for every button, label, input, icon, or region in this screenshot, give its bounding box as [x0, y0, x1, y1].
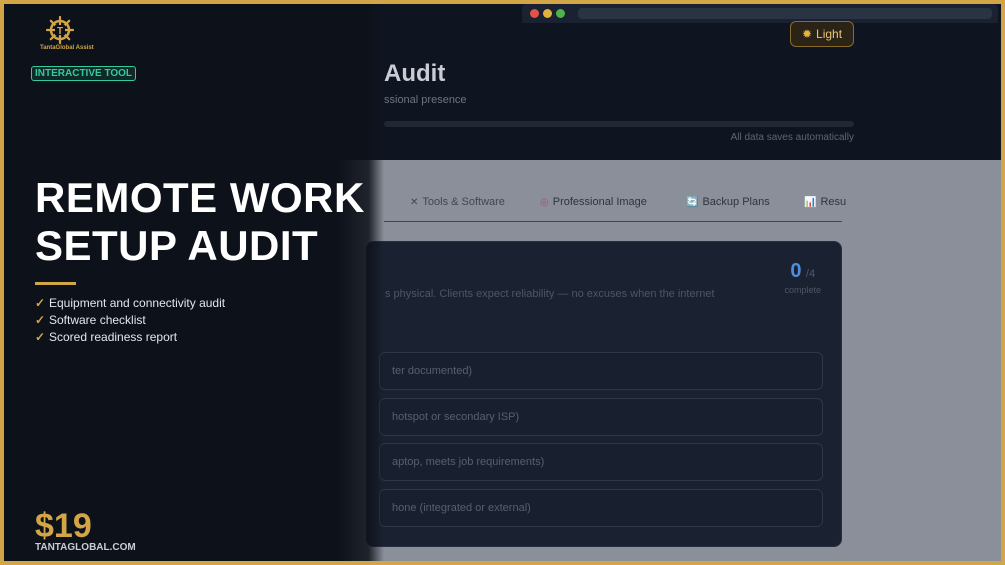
tab-bar: ✕ Tools & Software ◎ Professional Image 🔄 B…	[384, 190, 846, 222]
section-description: s physical. Clients expect reliability —…	[385, 288, 715, 300]
logo-text: TantaGlobal Assist	[40, 45, 94, 51]
theme-toggle-label: Light	[816, 27, 843, 41]
tab-label: Backup Plans	[702, 196, 770, 208]
tab-professional-image[interactable]: ◎ Professional Image	[540, 196, 647, 208]
completed-count: 0	[790, 260, 802, 282]
feature-item: ✓ Scored readiness report	[35, 329, 225, 346]
headline-line: REMOTE WORK	[35, 174, 365, 221]
browser-chrome	[522, 3, 998, 23]
checklist-card: s physical. Clients expect reliability —…	[366, 241, 842, 547]
app-title: Audit	[384, 60, 446, 87]
close-window-dot[interactable]	[530, 9, 539, 18]
checklist-item[interactable]: hone (integrated or external)	[379, 489, 823, 527]
website-url: TANTAGLOBAL.COM	[35, 542, 136, 553]
promo-panel: T TantaGlobal Assist INTERACTIVE TOOL RE…	[0, 0, 384, 565]
tab-label: Resu	[820, 196, 847, 208]
divider	[35, 282, 76, 285]
address-bar[interactable]	[578, 8, 992, 19]
check-icon: ✓	[35, 330, 46, 344]
theme-toggle-button[interactable]: ✹ Light	[790, 21, 854, 47]
checklist-item-label: aptop, meets job requirements)	[392, 456, 545, 468]
checklist-item[interactable]: ter documented)	[379, 352, 823, 390]
feature-text: Scored readiness report	[49, 330, 178, 344]
checklist-item-label: hotspot or secondary ISP)	[392, 411, 520, 423]
headline-line: SETUP AUDIT	[35, 222, 319, 269]
check-icon: ✓	[35, 296, 46, 310]
feature-list: ✓ Equipment and connectivity audit ✓ Softw…	[35, 295, 225, 346]
checklist-item-label: ter documented)	[392, 365, 473, 377]
progress-bar	[384, 121, 854, 127]
checklist-item[interactable]: hotspot or secondary ISP)	[379, 398, 823, 436]
backup-icon: 🔄	[686, 197, 699, 208]
feature-item: ✓ Equipment and connectivity audit	[35, 295, 225, 312]
minimize-window-dot[interactable]	[543, 9, 552, 18]
tab-results[interactable]: 📊 Resu	[804, 196, 846, 208]
sun-icon: ✹	[801, 27, 813, 41]
checklist-item-label: hone (integrated or external)	[392, 502, 531, 514]
tab-tools-software[interactable]: ✕ Tools & Software	[410, 196, 505, 208]
results-icon: 📊	[804, 197, 817, 208]
total-count: /4	[805, 268, 816, 280]
check-icon: ✓	[35, 313, 46, 327]
tab-label: Professional Image	[552, 196, 647, 208]
maximize-window-dot[interactable]	[556, 9, 565, 18]
brand-logo: T TantaGlobal Assist	[40, 16, 94, 51]
feature-text: Equipment and connectivity audit	[49, 296, 226, 310]
completion-label: complete	[784, 285, 821, 295]
completion-counter: 0 /4 complete	[784, 260, 821, 295]
price: $19	[35, 507, 92, 545]
tab-backup-plans[interactable]: 🔄 Backup Plans	[686, 196, 770, 208]
interactive-tool-tag: INTERACTIVE TOOL	[31, 66, 137, 81]
headline: REMOTE WORK SETUP AUDIT	[35, 174, 380, 270]
tools-icon: ✕	[410, 197, 419, 208]
professional-image-icon: ◎	[540, 197, 549, 208]
checklist-item[interactable]: aptop, meets job requirements)	[379, 443, 823, 481]
svg-text:T: T	[57, 26, 63, 37]
ship-wheel-icon: T	[46, 16, 74, 44]
tab-label: Tools & Software	[422, 196, 505, 208]
app-subtitle: ssional presence	[384, 94, 467, 106]
feature-item: ✓ Software checklist	[35, 312, 225, 329]
feature-text: Software checklist	[49, 313, 146, 327]
autosave-note: All data saves automatically	[730, 132, 854, 143]
